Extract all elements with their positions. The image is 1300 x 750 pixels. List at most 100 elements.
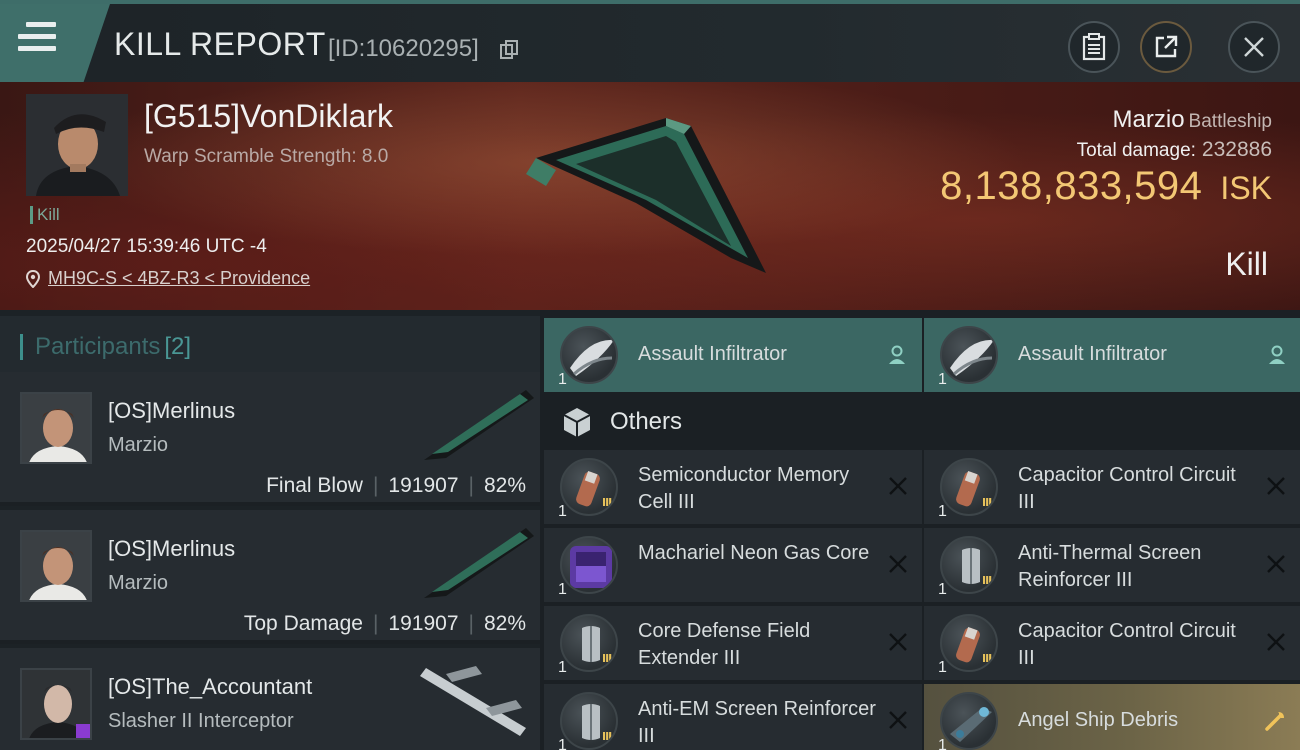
- items-panel: 1 Assault Infiltrator 1 Assault Infiltra…: [540, 310, 1300, 750]
- others-label: Others: [610, 408, 683, 435]
- item-name: Core Defense Field Extender III: [638, 620, 811, 669]
- isk-value: 8,138,833,594: [940, 164, 1203, 208]
- participant-name[interactable]: [OS]Merlinus: [108, 536, 235, 562]
- item-quantity: 1: [558, 659, 567, 676]
- page-title: KILL REPORT: [114, 26, 326, 62]
- participant-damage: 191907: [388, 474, 459, 497]
- victim-name[interactable]: [G515]VonDiklark: [144, 98, 393, 135]
- participants-panel: Participants [2] [OS]Merlinus Marzio Fina…: [0, 310, 540, 750]
- participant-damage: 191907: [388, 612, 459, 635]
- dropped-item[interactable]: III 1 Core Defense Field Extender III: [544, 606, 922, 680]
- wrench-icon: [1265, 712, 1284, 731]
- participant-row[interactable]: [OS]Merlinus Marzio Top Damage | 191907 | 82…: [0, 510, 540, 644]
- dropped-item[interactable]: III 1 Capacitor Control Circuit III: [924, 606, 1300, 680]
- ship-debris-icon: [940, 692, 998, 750]
- pilot-avatar-image: [22, 670, 90, 738]
- destroyed-x-icon: [1267, 633, 1285, 651]
- kill-tag: Kill: [30, 206, 60, 224]
- item-name: Angel Ship Debris: [1018, 709, 1179, 731]
- participants-header: Participants [2]: [0, 316, 540, 372]
- destroyed-x-icon: [1267, 555, 1285, 573]
- participant-name[interactable]: [OS]The_Accountant: [108, 674, 312, 700]
- destroyed-x-icon: [1267, 477, 1285, 495]
- item-name: Semiconductor Memory Cell III: [638, 464, 850, 513]
- victim-ship-class: Battleship: [1188, 111, 1272, 132]
- item-quantity: 1: [938, 737, 947, 750]
- kill-datetime: 2025/04/27 15:39:46 UTC -4: [26, 236, 267, 257]
- copy-icon[interactable]: [500, 40, 518, 60]
- close-button[interactable]: [1228, 21, 1280, 73]
- pilot-avatar-image: [22, 394, 90, 462]
- item-quantity: 1: [938, 371, 947, 388]
- pilot-pod-item[interactable]: 1 Assault Infiltrator: [544, 318, 922, 392]
- share-icon: [1155, 35, 1178, 58]
- pilot-portrait-image: [26, 94, 128, 196]
- destroyed-x-icon: [889, 711, 907, 729]
- participant-role: Top Damage: [243, 612, 363, 635]
- item-name: Assault Infiltrator: [638, 343, 787, 365]
- dropped-item[interactable]: 1 Angel Ship Debris: [924, 684, 1300, 750]
- location-row: MH9C-S < 4BZ-R3 < Providence: [26, 268, 310, 289]
- dropped-item[interactable]: 1 Machariel Neon Gas Core: [544, 528, 922, 602]
- item-name: Capacitor Control Circuit III: [1018, 620, 1236, 669]
- item-name: Machariel Neon Gas Core: [638, 542, 870, 564]
- close-icon: [1244, 37, 1264, 57]
- item-quantity: 1: [558, 581, 567, 598]
- neon-gas-core-icon: [560, 536, 618, 594]
- location-pin-icon: [26, 269, 40, 288]
- participant-ship: Marzio: [108, 572, 169, 594]
- destroyed-x-icon: [889, 633, 907, 651]
- avatar[interactable]: [20, 668, 92, 740]
- others-section-header: Others: [544, 394, 1300, 450]
- location-link[interactable]: MH9C-S < 4BZ-R3 < Providence: [48, 268, 310, 289]
- victim-summary: Marzio Battleship Total damage: 232886 8,1…: [940, 106, 1272, 209]
- participant-stats: Top Damage | 191907 | 82%: [243, 612, 526, 635]
- screen-reinforcer-icon: III: [940, 536, 998, 594]
- dropped-item[interactable]: III 1 Capacitor Control Circuit III: [924, 450, 1300, 524]
- participant-name[interactable]: [OS]Merlinus: [108, 398, 235, 424]
- top-bar: KILL REPORT [ID:10620295]: [0, 0, 1300, 82]
- kill-result: Kill: [1225, 246, 1268, 282]
- cube-icon: [563, 408, 591, 437]
- participant-percent: 82%: [483, 474, 526, 497]
- total-damage-label: Total damage:: [1076, 140, 1196, 161]
- dropped-item[interactable]: III 1 Semiconductor Memory Cell III: [544, 450, 922, 524]
- victim-banner: [G515]VonDiklark Warp Scramble Strength:…: [0, 82, 1300, 310]
- item-name: Assault Infiltrator: [1018, 343, 1167, 365]
- memory-cell-icon: III: [560, 458, 618, 516]
- screen-reinforcer-icon: III: [560, 692, 618, 750]
- avatar[interactable]: [20, 392, 92, 464]
- dropped-item[interactable]: III 1 Anti-Thermal Screen Reinforcer III: [924, 528, 1300, 602]
- isk-unit: ISK: [1220, 170, 1272, 206]
- participants-title: Participants [2]: [20, 334, 191, 360]
- kill-id: [ID:10620295]: [328, 35, 479, 62]
- pilot-pod-item[interactable]: 1 Assault Infiltrator: [924, 318, 1300, 392]
- victim-ship-image: [526, 118, 766, 273]
- item-quantity: 1: [558, 737, 567, 750]
- total-damage-value: 232886: [1201, 138, 1272, 161]
- share-button[interactable]: [1140, 21, 1192, 73]
- item-name: Capacitor Control Circuit III: [1018, 464, 1236, 513]
- capacitor-circuit-icon: III: [940, 614, 998, 672]
- victim-ship-name[interactable]: Marzio: [1113, 106, 1185, 133]
- item-name: Anti-EM Screen Reinforcer III: [638, 698, 876, 747]
- participant-row[interactable]: [OS]The_Accountant Slasher II Intercepto…: [0, 648, 540, 750]
- participant-row[interactable]: [OS]Merlinus Marzio Final Blow | 191907 | 82…: [0, 372, 540, 506]
- item-name: Anti-Thermal Screen Reinforcer III: [1018, 542, 1202, 591]
- participants-count: [2]: [164, 333, 192, 360]
- capsule-icon: [560, 326, 618, 384]
- person-icon: [889, 345, 905, 364]
- clipboard-button[interactable]: [1068, 21, 1120, 73]
- participant-ship: Slasher II Interceptor: [108, 710, 294, 732]
- participant-ship-image: [424, 390, 534, 460]
- dropped-item[interactable]: III 1 Anti-EM Screen Reinforcer III: [544, 684, 922, 750]
- participant-ship: Marzio: [108, 434, 169, 456]
- participant-ship-image: [420, 666, 526, 736]
- pilot-avatar-image: [22, 532, 90, 600]
- victim-portrait[interactable]: [26, 94, 128, 196]
- item-quantity: 1: [558, 503, 567, 520]
- menu-icon[interactable]: [18, 22, 60, 60]
- person-icon: [1269, 345, 1285, 364]
- avatar[interactable]: [20, 530, 92, 602]
- participant-stats: Final Blow | 191907 | 82%: [266, 474, 526, 497]
